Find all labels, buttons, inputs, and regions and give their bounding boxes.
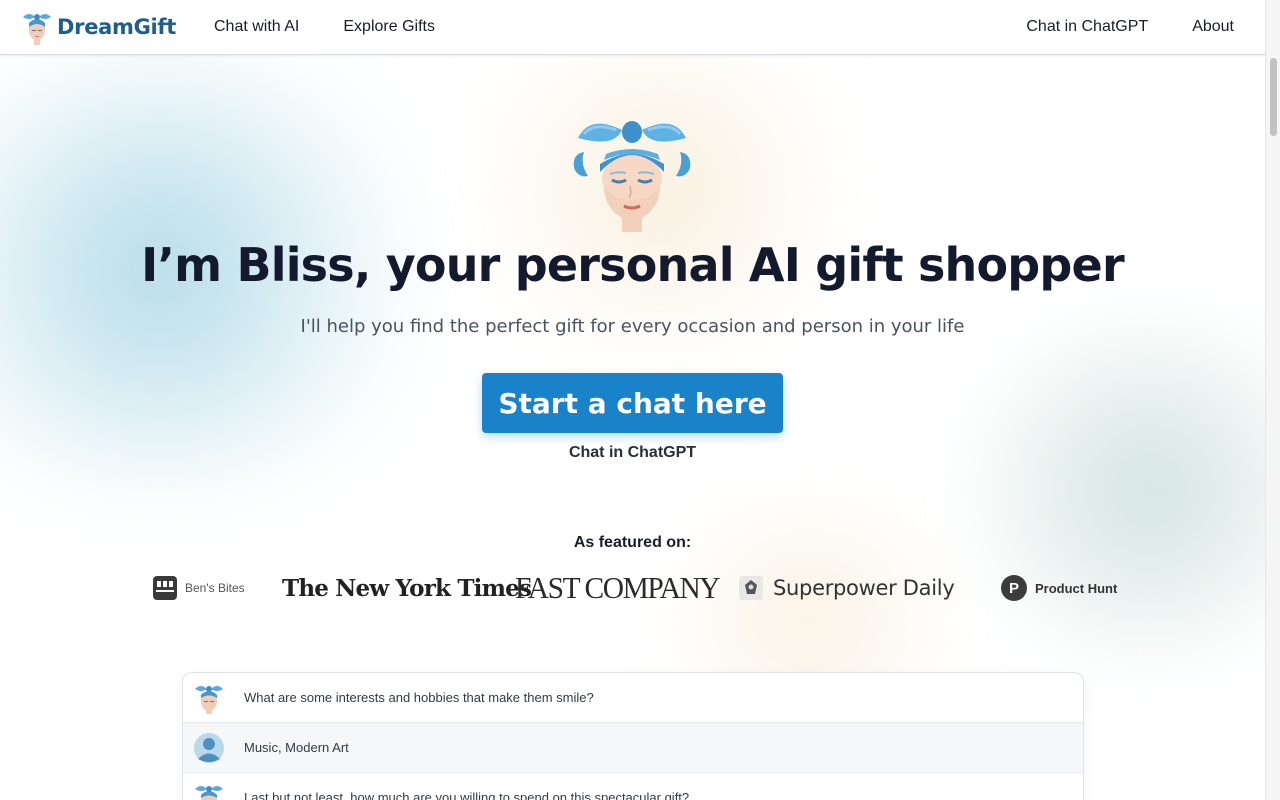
chat-message-text: Last but not least, how much are you wil… xyxy=(244,790,690,800)
superpower-daily-icon xyxy=(739,576,763,600)
page-scrollbar[interactable] xyxy=(1265,0,1280,800)
product-hunt-icon: P xyxy=(1001,575,1027,601)
bens-bites-icon xyxy=(153,576,177,600)
nav-about[interactable]: About xyxy=(1192,18,1234,36)
bliss-avatar-icon xyxy=(23,14,51,45)
page-headline: I’m Bliss, your personal AI gift shopper xyxy=(141,238,1125,292)
chat-message-bot: What are some interests and hobbies that… xyxy=(183,673,1083,723)
nav-chat-with-ai[interactable]: Chat with AI xyxy=(214,18,299,36)
featured-label: As featured on: xyxy=(573,534,692,551)
brand-logo-link[interactable]: DreamGift xyxy=(21,9,176,45)
bens-bites-text: Ben's Bites xyxy=(185,581,245,595)
superpower-daily-logo[interactable]: Superpower Daily xyxy=(738,568,955,608)
bliss-hero-avatar xyxy=(573,121,691,232)
top-nav: DreamGift Chat with AI Explore Gifts Cha… xyxy=(0,0,1265,55)
chat-preview: What are some interests and hobbies that… xyxy=(182,672,1084,800)
nyt-text: The New York Times xyxy=(282,574,532,602)
user-avatar-icon xyxy=(194,732,224,763)
scrollbar-thumb[interactable] xyxy=(1270,58,1277,136)
chat-message-text: What are some interests and hobbies that… xyxy=(244,690,594,705)
product-hunt-text: Product Hunt xyxy=(1035,580,1118,596)
chat-in-chatgpt-link[interactable]: Chat in ChatGPT xyxy=(0,444,1265,462)
start-chat-button[interactable]: Start a chat here xyxy=(482,373,783,433)
bliss-avatar-icon xyxy=(195,785,223,800)
superpower-daily-text: Superpower Daily xyxy=(773,576,955,600)
nav-explore-gifts[interactable]: Explore Gifts xyxy=(343,18,435,36)
nav-chat-in-chatgpt[interactable]: Chat in ChatGPT xyxy=(1026,18,1148,36)
nyt-logo[interactable]: The New York Times xyxy=(282,568,532,608)
fast-company-text: FAST COMPANY xyxy=(515,570,721,605)
chat-message-bot: Last but not least, how much are you wil… xyxy=(183,773,1083,800)
page-subheadline: I'll help you find the perfect gift for … xyxy=(300,316,965,337)
product-hunt-logo[interactable]: P Product Hunt xyxy=(1001,568,1117,608)
bliss-avatar-icon xyxy=(195,685,223,714)
chat-message-user: Music, Modern Art xyxy=(183,723,1083,773)
fast-company-logo[interactable]: FAST COMPANY xyxy=(515,568,730,608)
chat-message-text: Music, Modern Art xyxy=(244,740,349,755)
featured-logos: Ben's Bites The New York Times FAST COMP… xyxy=(0,568,1265,608)
brand-name: DreamGift xyxy=(57,15,176,39)
bens-bites-logo[interactable]: Ben's Bites xyxy=(152,568,245,608)
